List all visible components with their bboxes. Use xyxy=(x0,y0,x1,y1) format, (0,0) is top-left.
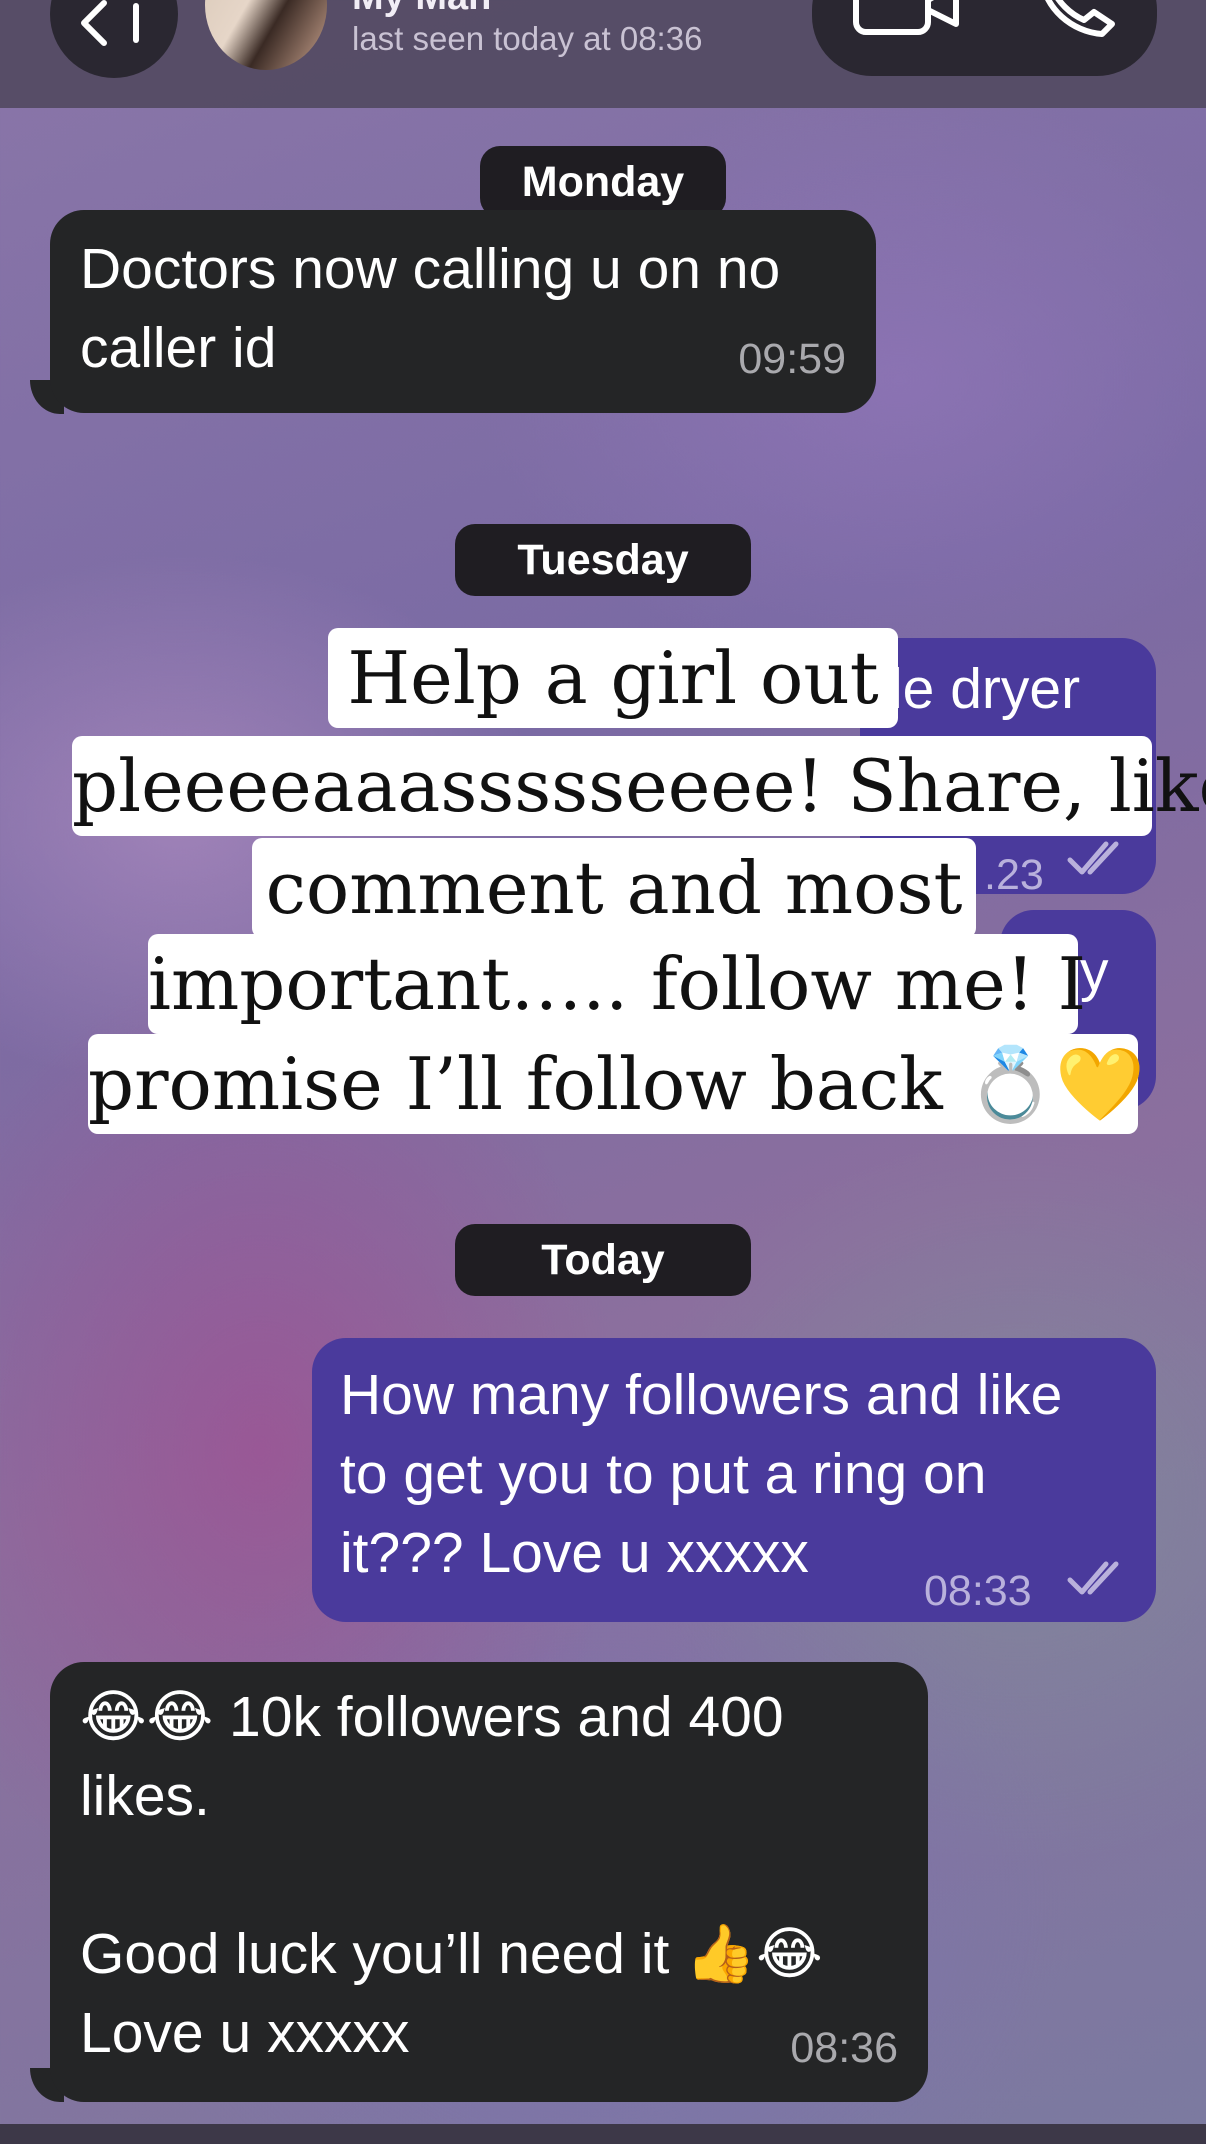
message-text: Doctors now calling u on no caller id xyxy=(80,237,781,380)
overlay-caption-line: comment and most xyxy=(252,838,976,938)
message-bubble-outgoing[interactable]: How many followers and like to get you t… xyxy=(312,1338,1156,1622)
bottom-bar xyxy=(0,2124,1206,2144)
avatar[interactable] xyxy=(205,0,327,70)
message-bubble-incoming[interactable]: Doctors now calling u on no caller id 09… xyxy=(50,210,876,413)
message-time: .23 xyxy=(984,851,1044,899)
message-time: 08:36 xyxy=(790,2024,898,2072)
chat-header: My Man last seen today at 08:36 xyxy=(0,0,1206,108)
overlay-caption-line: pleeeeaaassssseeee! Share, like, xyxy=(72,736,1206,836)
read-receipt-icon xyxy=(1067,1561,1119,1595)
message-bubble-incoming[interactable]: 😂😂 10k followers and 400 likes. Good luc… xyxy=(50,1662,928,2102)
date-separator-monday: Monday xyxy=(480,146,726,218)
overlay-caption-line: important….. follow me! I xyxy=(148,934,1086,1034)
phone-icon[interactable] xyxy=(1032,0,1122,38)
call-actions xyxy=(812,0,1157,76)
message-text: le dryer xyxy=(890,657,1081,721)
message-time: 09:59 xyxy=(738,335,846,383)
back-button[interactable] xyxy=(50,0,178,78)
message-time: 08:33 xyxy=(924,1567,1032,1615)
date-separator-tuesday: Tuesday xyxy=(455,524,751,596)
date-separator-today: Today xyxy=(455,1224,751,1296)
video-call-icon[interactable] xyxy=(852,0,962,38)
back-icon xyxy=(81,0,139,46)
read-receipt-icon xyxy=(1067,841,1119,875)
contact-name[interactable]: My Man xyxy=(352,0,491,19)
overlay-caption-line: Help a girl out xyxy=(328,628,898,728)
overlay-caption-line: promise I’ll follow back 💍💛 xyxy=(88,1034,1145,1134)
message-text: 😂😂 10k followers and 400 likes. Good luc… xyxy=(80,1685,823,2065)
last-seen-status: last seen today at 08:36 xyxy=(352,20,703,57)
